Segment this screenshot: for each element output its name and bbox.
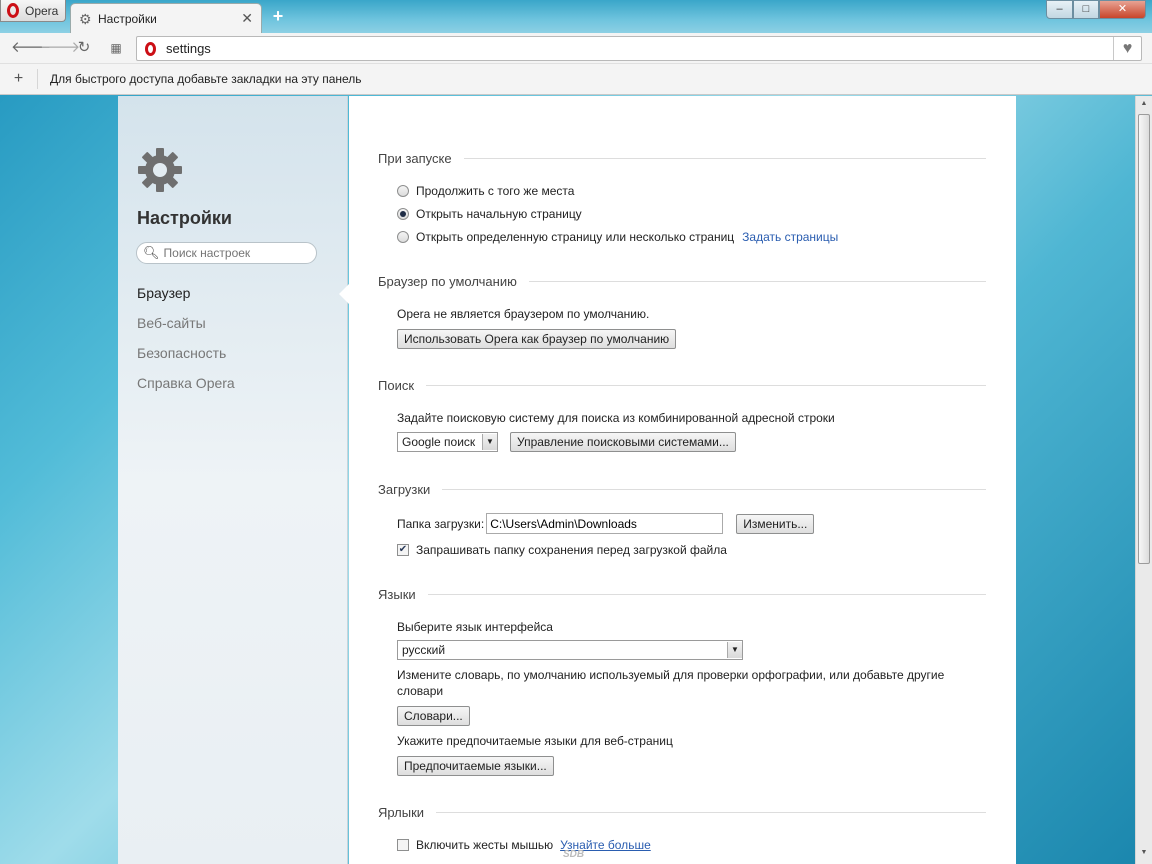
section-heading: Языки <box>378 587 986 602</box>
ask-folder-checkbox[interactable]: ✔ <box>397 544 409 556</box>
startup-option-start-page[interactable]: Открыть начальную страницу <box>397 207 582 221</box>
section-languages: Языки <box>378 587 986 602</box>
section-heading: Поиск <box>378 378 986 393</box>
startup-option-specific-pages[interactable]: Открыть определенную страницу или нескол… <box>397 230 838 244</box>
ui-language-value: русский <box>402 643 446 657</box>
reload-icon[interactable]: ↻ <box>75 39 93 57</box>
search-engine-value: Google поиск <box>402 435 476 449</box>
dict-row: Словари... <box>397 706 470 726</box>
make-default-button[interactable]: Использовать Opera как браузер по умолча… <box>397 329 677 349</box>
dictionaries-button[interactable]: Словари... <box>397 706 470 726</box>
section-startup: При запуске <box>378 151 986 166</box>
chevron-down-icon: ▼ <box>727 642 742 658</box>
ui-language-select[interactable]: русский ▼ <box>397 640 743 660</box>
default-browser-status: Opera не является браузером по умолчанию… <box>397 307 650 321</box>
radio-button[interactable] <box>397 185 409 197</box>
search-engine-row: Google поиск ▼ Управление поисковыми сис… <box>397 432 736 452</box>
tab-title: Настройки <box>98 11 157 26</box>
option-label: Продолжить с того же места <box>416 184 575 198</box>
preferred-languages-label: Укажите предпочитаемые языки для веб-стр… <box>397 734 673 748</box>
gear-icon: ⚙ <box>79 10 92 27</box>
opera-menu-label: Opera <box>25 3 59 18</box>
bookmark-heart-icon[interactable]: ♥ <box>1113 37 1141 60</box>
title-bar: Opera ⚙ Настройки ✕ + – □ ✕ <box>0 0 1152 33</box>
address-text[interactable]: settings <box>166 41 211 56</box>
section-heading: Браузер по умолчанию <box>378 274 986 289</box>
active-item-pointer <box>339 284 349 304</box>
vertical-scrollbar[interactable]: ▲ ▼ <box>1135 96 1152 864</box>
opera-menu-button[interactable]: Opera <box>0 0 66 22</box>
settings-search[interactable]: 🔍︎ <box>136 242 317 264</box>
settings-search-input[interactable] <box>163 246 314 260</box>
settings-content: При запуске Продолжить с того же места О… <box>349 96 1016 864</box>
scroll-up-icon[interactable]: ▲ <box>1139 100 1149 107</box>
opera-page-icon <box>145 41 156 56</box>
ui-language-label: Выберите язык интерфейса <box>397 620 553 634</box>
scrollbar-thumb[interactable] <box>1138 114 1150 564</box>
default-browser-row: Использовать Opera как браузер по умолча… <box>397 329 677 349</box>
dict-description-line2: словари <box>397 684 444 698</box>
download-folder-row: Папка загрузки: Изменить... <box>397 513 815 534</box>
mouse-gestures-row[interactable]: Включить жесты мышью Узнайте больше <box>397 838 651 852</box>
forward-icon[interactable]: 🡒 <box>40 39 80 57</box>
download-folder-label: Папка загрузки: <box>397 516 485 531</box>
change-folder-button[interactable]: Изменить... <box>736 513 815 534</box>
chevron-down-icon: ▼ <box>482 434 497 450</box>
new-tab-button[interactable]: + <box>268 6 288 26</box>
search-description: Задайте поисковую систему для поиска из … <box>397 411 835 425</box>
sidebar-title: Настройки <box>137 208 232 228</box>
minimize-button[interactable]: – <box>1046 0 1073 19</box>
scroll-down-icon[interactable]: ▼ <box>1139 849 1149 856</box>
bookmarks-bar: + Для быстрого доступа добавьте закладки… <box>0 64 1152 95</box>
back-icon[interactable]: 🡐 <box>11 39 51 57</box>
speed-dial-grid-icon[interactable]: ▦ <box>107 39 125 57</box>
preferred-languages-row: Предпочитаемые языки... <box>397 756 554 776</box>
sidebar-item-security[interactable]: Безопасность <box>137 343 235 373</box>
download-folder-field[interactable] <box>486 513 724 534</box>
option-label: Открыть начальную страницу <box>416 207 582 221</box>
section-shortcuts: Ярлыки <box>378 805 986 820</box>
navigation-toolbar: 🡐 🡒 ↻ ▦ settings ♥ <box>0 33 1152 64</box>
ask-folder-label: Запрашивать папку сохранения перед загру… <box>416 543 727 557</box>
opera-logo-icon <box>7 3 19 18</box>
sidebar-nav: Браузер Веб-сайты Безопасность Справка O… <box>137 283 235 403</box>
sidebar-item-help[interactable]: Справка Opera <box>137 373 235 403</box>
close-window-button[interactable]: ✕ <box>1099 0 1146 19</box>
dict-description-line1: Измените словарь, по умолчанию используе… <box>397 668 945 682</box>
maximize-button[interactable]: □ <box>1073 0 1099 19</box>
set-pages-link[interactable]: Задать страницы <box>742 230 838 244</box>
watermark: SDB <box>563 849 585 860</box>
mouse-gestures-checkbox[interactable] <box>397 839 409 851</box>
radio-button[interactable] <box>397 231 409 243</box>
bookmarks-hint: Для быстрого доступа добавьте закладки н… <box>50 72 362 86</box>
settings-sidebar: Настройки 🔍︎ Браузер Веб-сайты Безопасно… <box>118 96 349 864</box>
add-bookmark-icon[interactable]: + <box>0 69 38 89</box>
manage-search-engines-button[interactable]: Управление поисковыми системами... <box>510 432 736 452</box>
section-downloads: Загрузки <box>378 482 986 497</box>
address-bar[interactable]: settings ♥ <box>136 36 1142 61</box>
tab-close-icon[interactable]: ✕ <box>241 10 253 27</box>
section-heading: При запуске <box>378 151 986 166</box>
section-heading: Ярлыки <box>378 805 986 820</box>
startup-option-continue[interactable]: Продолжить с того же места <box>397 184 574 198</box>
mouse-gestures-label: Включить жесты мышью <box>416 838 554 852</box>
section-search: Поиск <box>378 378 986 393</box>
section-heading: Загрузки <box>378 482 986 497</box>
sidebar-item-browser[interactable]: Браузер <box>137 283 235 313</box>
tab-settings[interactable]: ⚙ Настройки ✕ <box>70 3 262 33</box>
sidebar-item-websites[interactable]: Веб-сайты <box>137 313 235 343</box>
option-label: Открыть определенную страницу или нескол… <box>416 230 735 244</box>
search-icon: 🔍︎ <box>143 245 160 260</box>
ask-folder-row[interactable]: ✔ Запрашивать папку сохранения перед заг… <box>397 543 727 557</box>
preferred-languages-button[interactable]: Предпочитаемые языки... <box>397 756 554 776</box>
ui-language-row: русский ▼ <box>397 640 743 660</box>
section-default-browser: Браузер по умолчанию <box>378 274 986 289</box>
radio-button[interactable] <box>397 208 409 220</box>
search-engine-select[interactable]: Google поиск ▼ <box>397 432 498 452</box>
settings-gear-icon <box>138 148 182 192</box>
window-controls: – □ ✕ <box>1046 0 1146 19</box>
